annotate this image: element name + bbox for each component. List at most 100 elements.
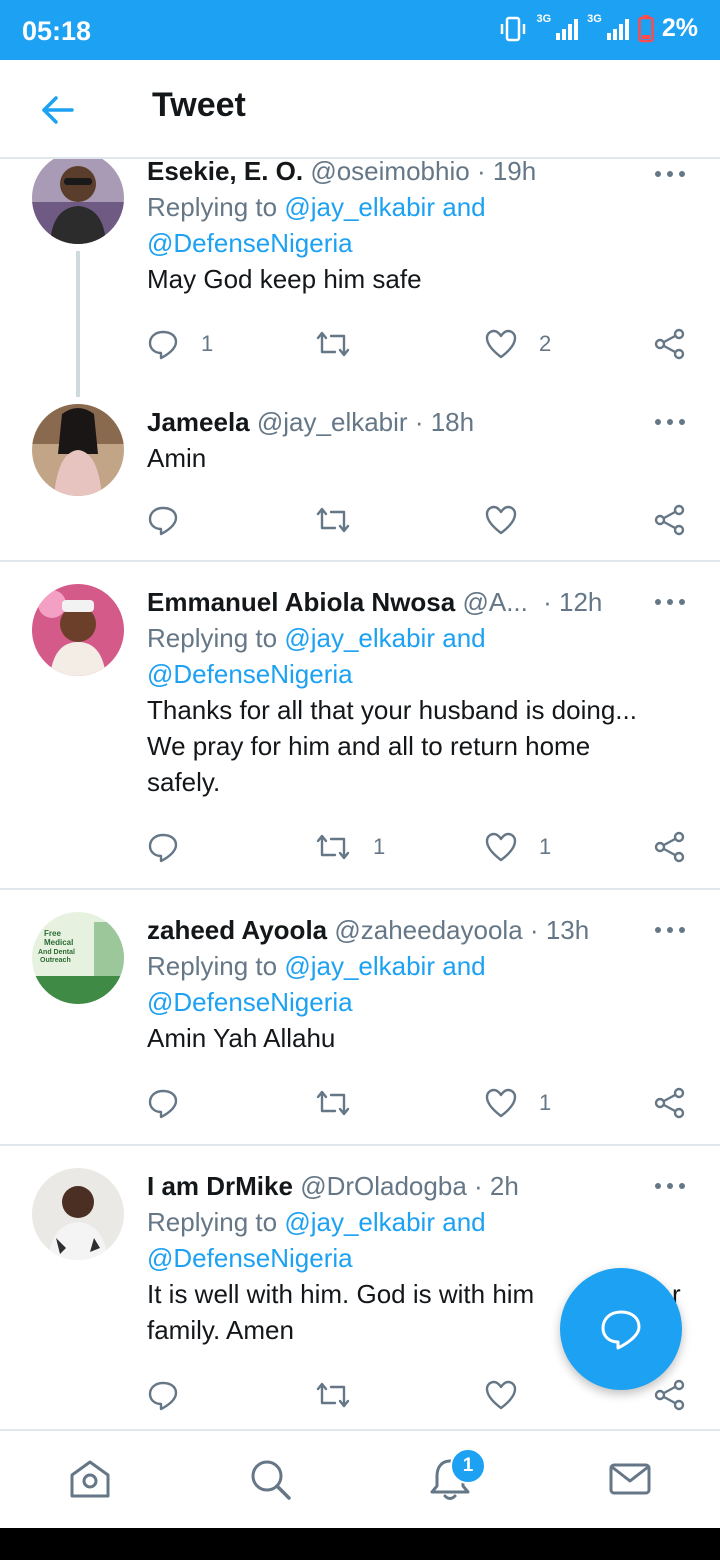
- more-options-icon[interactable]: [650, 407, 690, 437]
- back-arrow-icon[interactable]: [36, 88, 80, 132]
- tweet-feed[interactable]: Esekie, E. O. @oseimobhio · 19h Replying…: [0, 159, 720, 1429]
- user-name[interactable]: I am DrMike: [147, 1171, 293, 1201]
- tweet-header: Jameela @jay_elkabir · 18h: [147, 404, 690, 440]
- like-count: 1: [539, 1090, 552, 1115]
- search-icon[interactable]: [246, 1455, 294, 1503]
- mention-link[interactable]: @DefenseNigeria: [147, 659, 353, 689]
- reply-icon: [148, 330, 178, 360]
- user-name[interactable]: Esekie, E. O.: [147, 159, 303, 186]
- more-options-icon[interactable]: [650, 1171, 690, 1201]
- tweet-content: Emmanuel Abiola Nwosa @A... · 12h Replyi…: [147, 584, 690, 800]
- replying-to-label: Replying to: [147, 951, 278, 981]
- user-handle[interactable]: @A...: [462, 587, 527, 617]
- reply-button[interactable]: 1: [147, 324, 213, 364]
- avatar-text: Free: [44, 929, 61, 938]
- reply-button[interactable]: [147, 1083, 201, 1123]
- retweet-icon: [316, 834, 350, 860]
- avatar[interactable]: [32, 404, 124, 496]
- retweet-button[interactable]: 1: [315, 827, 385, 867]
- mention-and[interactable]: and: [442, 951, 485, 981]
- mention-link[interactable]: @jay_elkabir: [284, 1207, 435, 1237]
- avatar[interactable]: Free Medical And Dental Outreach: [32, 912, 124, 1004]
- tweet-item[interactable]: Esekie, E. O. @oseimobhio · 19h Replying…: [0, 159, 720, 397]
- mention-link[interactable]: @jay_elkabir: [284, 951, 435, 981]
- tweet-text: Thanks for all that your husband is doin…: [147, 692, 690, 800]
- like-button[interactable]: 1: [485, 827, 551, 867]
- mention-link[interactable]: @jay_elkabir: [284, 192, 435, 222]
- tweet-actions: 1 2: [147, 324, 695, 364]
- tweet-item[interactable]: Free Medical And Dental Outreach zaheed …: [0, 912, 720, 1142]
- heart-icon: [485, 505, 517, 535]
- home-icon[interactable]: [66, 1455, 114, 1503]
- tweet-text-line: family. Amen: [147, 1315, 294, 1345]
- share-button[interactable]: [653, 1375, 687, 1415]
- user-name[interactable]: Jameela: [147, 407, 250, 437]
- more-options-icon[interactable]: [650, 159, 690, 189]
- user-handle[interactable]: @zaheedayoola: [334, 915, 522, 945]
- separator-dot: ·: [414, 407, 424, 437]
- like-count: 2: [539, 331, 552, 356]
- like-button[interactable]: 1: [485, 1083, 551, 1123]
- reply-icon: [148, 1089, 178, 1119]
- retweet-button[interactable]: [315, 1375, 373, 1415]
- tweet-divider: [0, 560, 720, 562]
- mention-link[interactable]: @DefenseNigeria: [147, 1243, 353, 1273]
- tweet-text: Amin Yah Allahu: [147, 1023, 336, 1053]
- mention-link[interactable]: @jay_elkabir: [284, 623, 435, 653]
- share-icon: [654, 1087, 685, 1119]
- tweet-text-line: It is well with him. God is with him: [147, 1279, 535, 1309]
- more-options-icon[interactable]: [650, 587, 690, 617]
- more-options-icon[interactable]: [650, 915, 690, 945]
- retweet-button[interactable]: [315, 324, 373, 364]
- mention-link[interactable]: @DefenseNigeria: [147, 987, 353, 1017]
- reply-button[interactable]: [147, 827, 201, 867]
- user-handle[interactable]: @jay_elkabir: [257, 407, 408, 437]
- heart-icon: [485, 1088, 517, 1118]
- tweet-header: zaheed Ayoola @zaheedayoola · 13h: [147, 912, 690, 948]
- network-label-2: 3G: [587, 12, 602, 25]
- compose-reply-button[interactable]: [560, 1268, 682, 1390]
- user-name[interactable]: zaheed Ayoola: [147, 915, 327, 945]
- like-button[interactable]: 2: [485, 324, 551, 364]
- tweet-item[interactable]: Emmanuel Abiola Nwosa @A... · 12h Replyi…: [0, 584, 720, 884]
- share-icon: [654, 328, 685, 360]
- mention-and[interactable]: and: [442, 623, 485, 653]
- like-button[interactable]: [485, 500, 539, 540]
- replying-to-label: Replying to: [147, 623, 278, 653]
- messages-icon[interactable]: [606, 1455, 654, 1503]
- avatar[interactable]: [32, 159, 124, 244]
- reply-icon: [148, 1381, 178, 1411]
- avatar[interactable]: [32, 1168, 124, 1260]
- mention-and[interactable]: and: [442, 1207, 485, 1237]
- mention-and[interactable]: and: [442, 192, 485, 222]
- user-name[interactable]: Emmanuel Abiola Nwosa: [147, 587, 455, 617]
- notification-badge[interactable]: 1: [450, 1448, 486, 1484]
- share-button[interactable]: [653, 827, 687, 867]
- separator-dot: ·: [529, 915, 539, 945]
- network-label-1: 3G: [536, 12, 552, 25]
- heart-icon: [485, 832, 517, 862]
- replying-to: Replying to @jay_elkabir and @DefenseNig…: [147, 189, 690, 261]
- reply-button[interactable]: [147, 1375, 201, 1415]
- like-button[interactable]: [485, 1375, 539, 1415]
- user-handle[interactable]: @DrOladogba: [300, 1171, 467, 1201]
- share-button[interactable]: [653, 1083, 687, 1123]
- mention-link[interactable]: @DefenseNigeria: [147, 228, 353, 258]
- user-handle[interactable]: @oseimobhio: [310, 159, 469, 186]
- reply-button[interactable]: [147, 500, 201, 540]
- heart-icon: [485, 329, 517, 359]
- tweet-item[interactable]: Jameela @jay_elkabir · 18h Amin: [0, 404, 720, 559]
- share-icon: [654, 504, 685, 536]
- compose-reply-icon: [601, 1310, 641, 1350]
- retweet-button[interactable]: [315, 1083, 373, 1123]
- replying-to: Replying to @jay_elkabir and @DefenseNig…: [147, 948, 690, 1020]
- vibrate-icon: [501, 16, 526, 41]
- avatar[interactable]: [32, 584, 124, 676]
- tweet-header: Esekie, E. O. @oseimobhio · 19h: [147, 159, 690, 189]
- replying-to: Replying to @jay_elkabir and @DefenseNig…: [147, 1204, 690, 1276]
- page-title: Tweet: [152, 86, 246, 124]
- share-button[interactable]: [653, 324, 687, 364]
- tweet-time: 13h: [545, 915, 590, 945]
- share-button[interactable]: [653, 500, 687, 540]
- retweet-button[interactable]: [315, 500, 373, 540]
